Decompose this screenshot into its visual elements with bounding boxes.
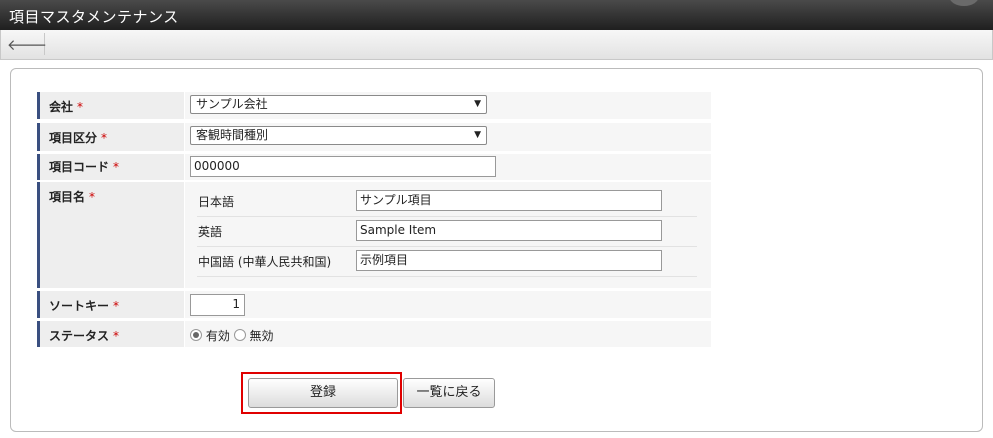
code-input[interactable]: 000000 [190, 156, 496, 177]
name-zh-input[interactable]: 示例項目 [356, 250, 662, 271]
required-mark: * [77, 100, 84, 114]
divider [197, 276, 697, 277]
status-radio-group: 有効 無効 [190, 327, 274, 344]
status-option-active[interactable]: 有効 [190, 329, 234, 343]
status-row: ステータス * 有効 無効 [37, 321, 711, 347]
name-ja-input[interactable]: サンプル項目 [356, 190, 662, 211]
item-name-label: 項目名 * [37, 182, 184, 288]
arrow-left-icon: 🡐 [6, 35, 48, 54]
name-en-input[interactable]: Sample Item [356, 220, 662, 241]
required-mark: * [113, 299, 120, 313]
required-mark: * [101, 131, 108, 145]
window-title: 項目マスタメンテナンス [9, 8, 179, 26]
category-select[interactable]: 客観時間種別 ▼ [190, 126, 487, 145]
sort-key-row: ソートキー * 1 [37, 291, 711, 318]
category-row: 項目区分 * 客観時間種別 ▼ [37, 123, 711, 151]
category-label: 項目区分 * [37, 123, 184, 151]
back-button[interactable]: 🡐 [6, 33, 48, 55]
dropdown-arrow-icon: ▼ [474, 130, 481, 140]
status-label: ステータス * [37, 321, 184, 347]
dropdown-arrow-icon: ▼ [474, 99, 481, 109]
required-mark: * [89, 190, 96, 204]
required-mark: * [113, 160, 120, 174]
company-select[interactable]: サンプル会社 ▼ [190, 95, 487, 114]
divider [197, 246, 697, 247]
lang-label-ja: 日本語 [198, 195, 235, 209]
divider [197, 216, 697, 217]
status-option-inactive[interactable]: 無効 [233, 329, 274, 343]
back-to-list-button[interactable]: 一覧に戻る [403, 378, 495, 408]
title-bar: 項目マスタメンテナンス [0, 0, 993, 30]
code-row: 項目コード * 000000 [37, 154, 711, 180]
sort-key-input[interactable]: 1 [190, 294, 245, 316]
company-row: 会社 * サンプル会社 ▼ [37, 92, 711, 119]
item-name-row: 項目名 * 日本語 サンプル項目 英語 Sample Item 中国語 (中華人民… [37, 182, 711, 288]
lang-label-zh: 中国語 (中華人民共和国) [198, 255, 332, 269]
code-label: 項目コード * [37, 154, 184, 180]
company-label: 会社 * [37, 92, 184, 119]
required-mark: * [113, 329, 120, 343]
sort-key-label: ソートキー * [37, 291, 184, 318]
radio-selected-icon[interactable] [190, 329, 202, 341]
header-corner-decoration [949, 0, 979, 6]
toolbar: 🡐 [0, 30, 993, 60]
register-button[interactable]: 登録 [248, 378, 398, 408]
radio-unselected-icon[interactable] [233, 329, 246, 341]
lang-label-en: 英語 [198, 225, 223, 239]
form-panel: 会社 * サンプル会社 ▼ 項目区分 * 客観時間種別 ▼ 項目コード * 00000… [10, 68, 983, 432]
